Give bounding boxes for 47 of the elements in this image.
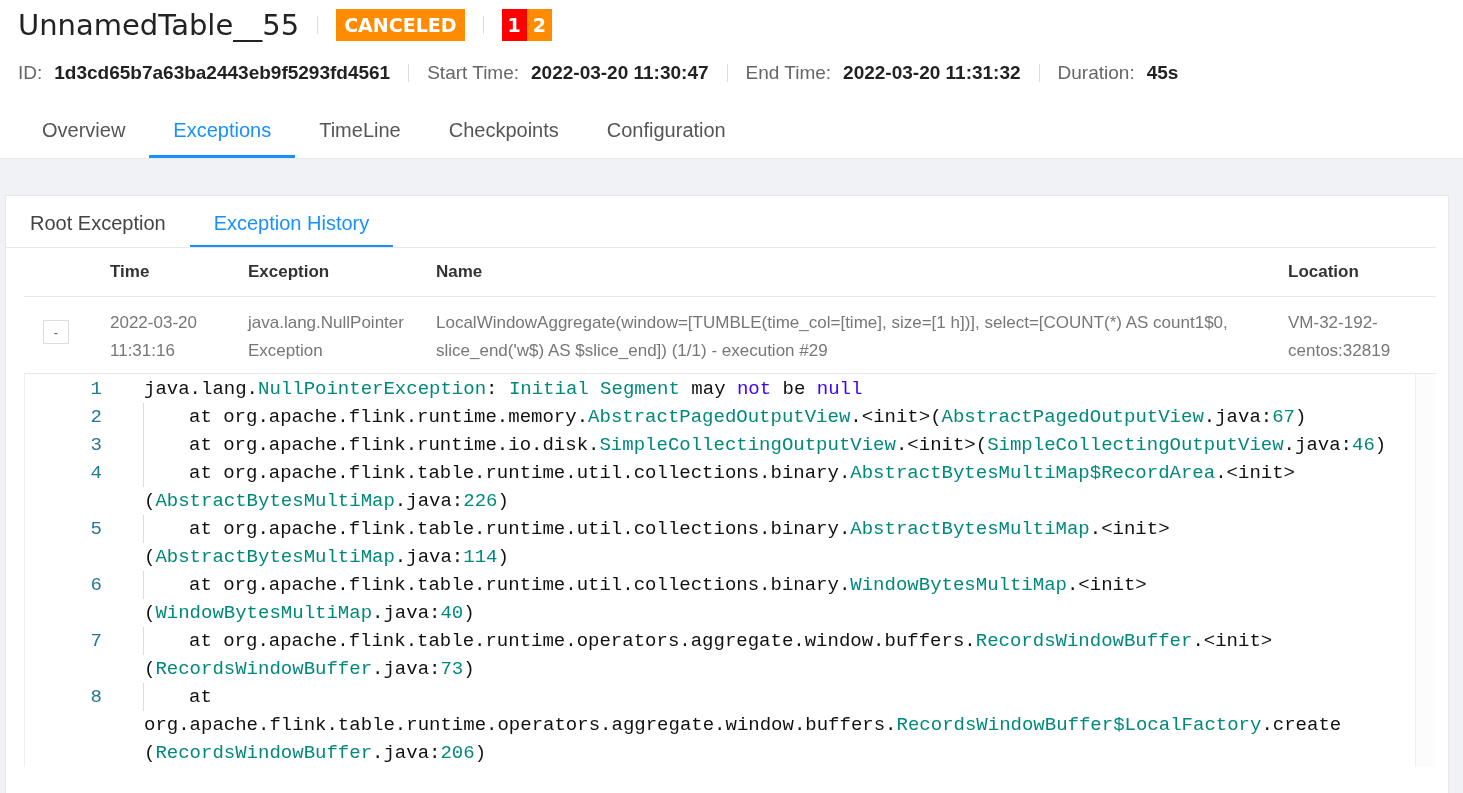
tab[interactable]: Overview <box>18 111 150 158</box>
code-line: (WindowBytesMultiMap.java:40) <box>144 601 475 626</box>
code-line: (AbstractBytesMultiMap.java:226) <box>144 489 509 514</box>
info-label: ID: <box>18 62 43 84</box>
code-line: at org.apache.flink.table.runtime.util.collections.binary.AbstractBytesMultiMap.<init> <box>189 517 1170 542</box>
code-line: at org.apache.flink.table.runtime.util.collections.binary.WindowBytesMultiMap.<init> <box>189 573 1147 598</box>
status-badge: CANCELED <box>336 9 465 41</box>
column-header: Name <box>432 248 1284 297</box>
info-value: 2022-03-20 11:31:32 <box>843 62 1021 84</box>
task-count-badge: 1 <box>501 9 527 41</box>
info-value: 1d3cd65b7a63ba2443eb9f5293fd4561 <box>54 62 391 84</box>
job-title: UnnamedTable__55 <box>18 8 300 42</box>
info-value: 2022-03-20 11:30:47 <box>531 62 709 84</box>
table-cell: LocalWindowAggregate(window=[TUMBLE(time_col=[time], size=[1 h])], select=[COUNT(*) AS count1$0, slice_end('w$) AS $slice_end]) (1/1) - execution #29 <box>432 297 1284 374</box>
line-number: 6 <box>89 573 103 598</box>
code-line: at org.apache.flink.runtime.memory.AbstractPagedOutputView.<init>(AbstractPagedOutputView.java:67) <box>189 405 1307 430</box>
code-line: at <box>189 685 212 710</box>
line-number: 3 <box>89 433 103 458</box>
code-line: (RecordsWindowBuffer.java:73) <box>144 657 475 682</box>
info-label: Start Time: <box>427 62 520 84</box>
code-line: org.apache.flink.table.runtime.operators.aggregate.window.buffers.RecordsWindowBuffer$LocalFactory.create <box>144 713 1342 738</box>
collapse-button[interactable]: - <box>43 320 69 344</box>
info-value: 45s <box>1146 62 1179 84</box>
sub-tab[interactable]: Root Exception <box>6 196 190 247</box>
code-line: java.lang.NullPointerException: Initial Segment may not be null <box>144 377 863 402</box>
tab[interactable]: Checkpoints <box>424 111 583 158</box>
line-number: 1 <box>89 377 103 402</box>
code-line: (AbstractBytesMultiMap.java:114) <box>144 545 509 570</box>
info-label: End Time: <box>745 62 832 84</box>
tab[interactable]: TimeLine <box>295 111 425 158</box>
code-line: at org.apache.flink.runtime.io.disk.SimpleCollectingOutputView.<init>(SimpleCollectingOutputView.java:46) <box>189 433 1387 458</box>
tab[interactable]: Configuration <box>582 111 750 158</box>
table-cell: 2022-03-20 11:31:16 <box>106 297 244 374</box>
column-header: Time <box>106 248 244 297</box>
line-number: 7 <box>89 629 103 654</box>
info-label: Duration: <box>1057 62 1135 84</box>
code-line: at org.apache.flink.table.runtime.util.collections.binary.AbstractBytesMultiMap$RecordArea.<init> <box>189 461 1295 486</box>
code-line: at org.apache.flink.table.runtime.operators.aggregate.window.buffers.RecordsWindowBuffer.<init> <box>189 629 1273 654</box>
column-header: Exception <box>244 248 432 297</box>
code-line: (RecordsWindowBuffer.java:206) <box>144 741 487 766</box>
line-number: 5 <box>89 517 103 542</box>
column-header: Location <box>1284 248 1436 297</box>
line-number: 4 <box>89 461 103 486</box>
task-count-badge: 2 <box>526 9 552 41</box>
line-number: 8 <box>89 685 103 710</box>
line-number: 2 <box>89 405 103 430</box>
table-cell: java.lang.NullPointer Exception <box>244 297 432 374</box>
